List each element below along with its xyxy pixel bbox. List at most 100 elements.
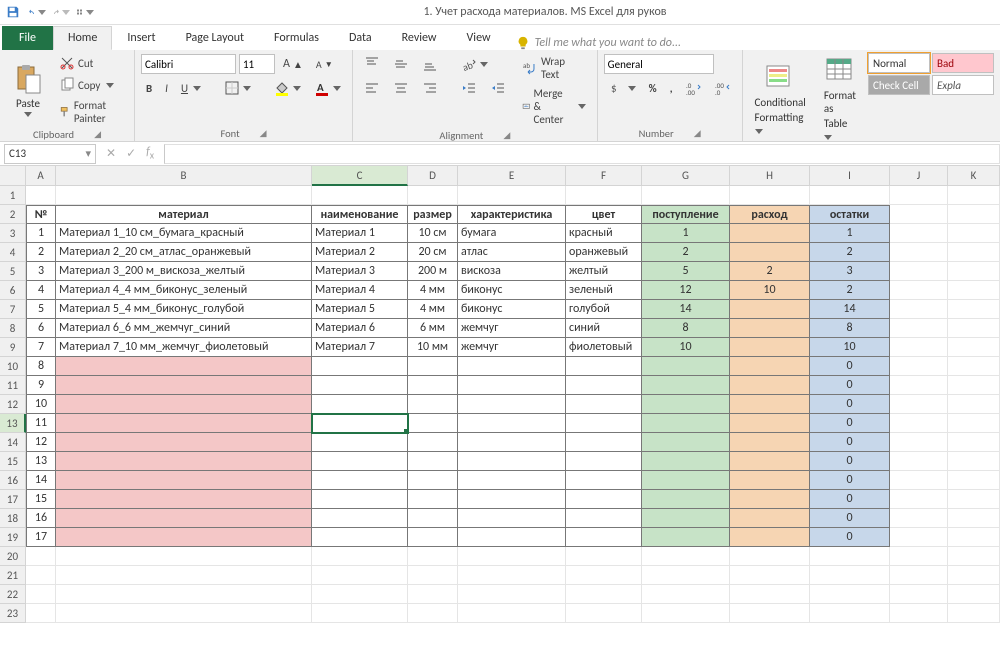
col-header-I[interactable]: I: [810, 166, 890, 186]
cell-D18[interactable]: [408, 509, 458, 528]
align-left-button[interactable]: [359, 78, 385, 98]
row-header-15[interactable]: 15: [0, 452, 26, 471]
font-name-select[interactable]: [141, 54, 236, 74]
cell-I16[interactable]: 0: [810, 471, 890, 490]
cell-G17[interactable]: [642, 490, 730, 509]
cell-K4[interactable]: [948, 243, 1000, 262]
cell-B2[interactable]: материал: [56, 205, 312, 224]
cell-J13[interactable]: [890, 414, 948, 433]
cell-J1[interactable]: [890, 186, 948, 205]
cell-F12[interactable]: [566, 395, 642, 414]
row-header-12[interactable]: 12: [0, 395, 26, 414]
cell-C12[interactable]: [312, 395, 408, 414]
cell-E8[interactable]: жемчуг: [458, 319, 566, 338]
col-header-C[interactable]: C: [312, 166, 408, 186]
cell-H19[interactable]: [730, 528, 810, 547]
cell-A11[interactable]: 9: [26, 376, 56, 395]
cell-C18[interactable]: [312, 509, 408, 528]
enter-formula-icon[interactable]: ✓: [126, 146, 136, 161]
cell-A5[interactable]: 3: [26, 262, 56, 281]
align-bottom-button[interactable]: [417, 54, 443, 74]
cell-I21[interactable]: [810, 566, 890, 585]
row-header-19[interactable]: 19: [0, 528, 26, 547]
cell-D2[interactable]: размер: [408, 205, 458, 224]
cell-I4[interactable]: 2: [810, 243, 890, 262]
cell-C17[interactable]: [312, 490, 408, 509]
cell-B20[interactable]: [56, 547, 312, 566]
cell-E18[interactable]: [458, 509, 566, 528]
cell-C15[interactable]: [312, 452, 408, 471]
cell-F20[interactable]: [566, 547, 642, 566]
undo-icon[interactable]: [28, 3, 46, 21]
cell-E21[interactable]: [458, 566, 566, 585]
align-right-button[interactable]: [417, 78, 443, 98]
row-header-5[interactable]: 5: [0, 262, 26, 281]
cell-G19[interactable]: [642, 528, 730, 547]
col-header-A[interactable]: A: [26, 166, 56, 186]
cell-C4[interactable]: Материал 2: [312, 243, 408, 262]
cell-D20[interactable]: [408, 547, 458, 566]
cell-G11[interactable]: [642, 376, 730, 395]
decrease-decimal-button[interactable]: .00.0: [710, 78, 736, 98]
cell-F6[interactable]: зеленый: [566, 281, 642, 300]
cell-H23[interactable]: [730, 604, 810, 623]
cell-C2[interactable]: наименование: [312, 205, 408, 224]
cell-I2[interactable]: остатки: [810, 205, 890, 224]
cell-I14[interactable]: 0: [810, 433, 890, 452]
paste-button[interactable]: Paste: [6, 53, 50, 127]
cell-J10[interactable]: [890, 357, 948, 376]
cell-J14[interactable]: [890, 433, 948, 452]
cell-C19[interactable]: [312, 528, 408, 547]
cell-B9[interactable]: Материал 7_10 мм_жемчуг_фиолетовый: [56, 338, 312, 357]
cell-D8[interactable]: 6 мм: [408, 319, 458, 338]
cell-H13[interactable]: [730, 414, 810, 433]
cell-G13[interactable]: [642, 414, 730, 433]
col-header-J[interactable]: J: [890, 166, 948, 186]
row-header-3[interactable]: 3: [0, 224, 26, 243]
cell-I23[interactable]: [810, 604, 890, 623]
cell-G5[interactable]: 5: [642, 262, 730, 281]
number-format-select[interactable]: [604, 54, 714, 74]
cell-C5[interactable]: Материал 3: [312, 262, 408, 281]
cell-B10[interactable]: [56, 357, 312, 376]
tab-formulas[interactable]: Formulas: [259, 26, 334, 50]
cell-A18[interactable]: 16: [26, 509, 56, 528]
cell-I19[interactable]: 0: [810, 528, 890, 547]
cell-E10[interactable]: [458, 357, 566, 376]
cell-J2[interactable]: [890, 205, 948, 224]
cell-J4[interactable]: [890, 243, 948, 262]
borders-button[interactable]: [219, 78, 256, 98]
cell-F23[interactable]: [566, 604, 642, 623]
col-header-F[interactable]: F: [566, 166, 642, 186]
cell-A9[interactable]: 7: [26, 338, 56, 357]
cell-A8[interactable]: 6: [26, 319, 56, 338]
alignment-dialog-launcher-icon[interactable]: ◢: [503, 130, 510, 141]
cell-D16[interactable]: [408, 471, 458, 490]
cell-I10[interactable]: 0: [810, 357, 890, 376]
cell-G18[interactable]: [642, 509, 730, 528]
cell-H8[interactable]: [730, 319, 810, 338]
cell-K17[interactable]: [948, 490, 1000, 509]
cell-H4[interactable]: [730, 243, 810, 262]
cell-H21[interactable]: [730, 566, 810, 585]
cell-I20[interactable]: [810, 547, 890, 566]
cell-D11[interactable]: [408, 376, 458, 395]
cell-C9[interactable]: Материал 7: [312, 338, 408, 357]
cell-D23[interactable]: [408, 604, 458, 623]
cell-F16[interactable]: [566, 471, 642, 490]
cell-K18[interactable]: [948, 509, 1000, 528]
tell-me-search[interactable]: Tell me what you want to do...: [506, 36, 691, 50]
cell-A10[interactable]: 8: [26, 357, 56, 376]
cell-B4[interactable]: Материал 2_20 см_атлас_оранжевый: [56, 243, 312, 262]
cell-J23[interactable]: [890, 604, 948, 623]
cell-D21[interactable]: [408, 566, 458, 585]
comma-format-button[interactable]: ,: [665, 80, 678, 97]
number-dialog-launcher-icon[interactable]: ◢: [694, 128, 701, 139]
cell-B6[interactable]: Материал 4_4 мм_биконус_зеленый: [56, 281, 312, 300]
cell-H6[interactable]: 10: [730, 281, 810, 300]
row-header-13[interactable]: 13: [0, 414, 26, 433]
cell-C13[interactable]: [312, 414, 408, 433]
col-header-K[interactable]: K: [948, 166, 1000, 186]
row-header-18[interactable]: 18: [0, 509, 26, 528]
cell-A20[interactable]: [26, 547, 56, 566]
